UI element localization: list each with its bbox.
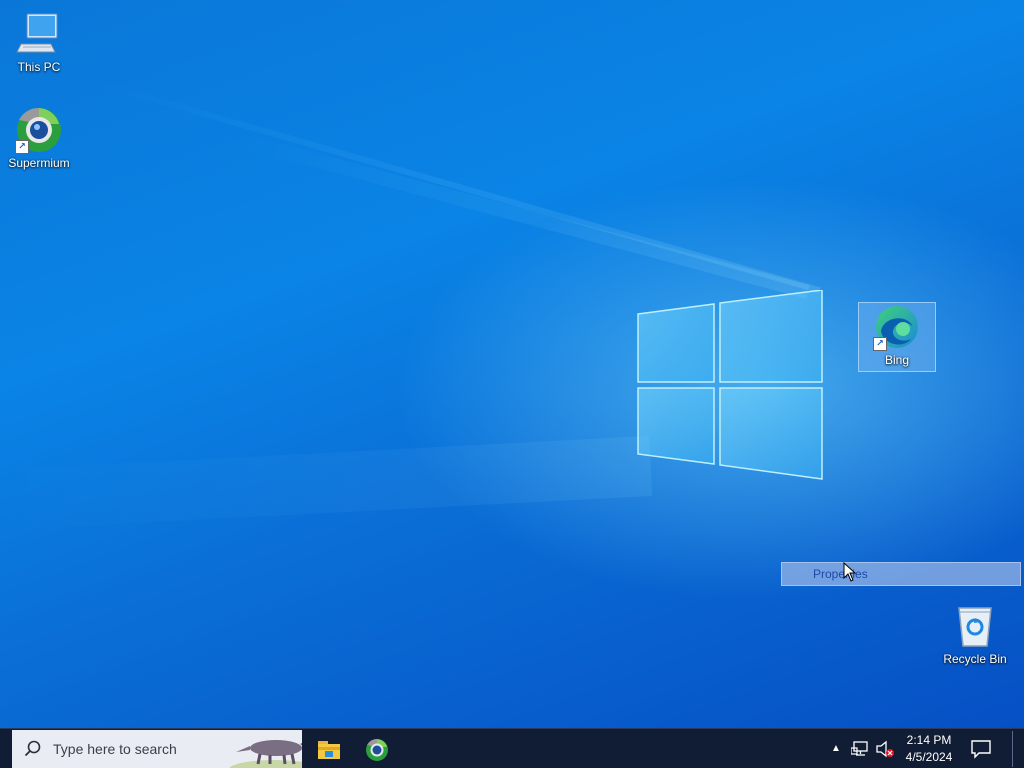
shortcut-arrow-icon: ↗ <box>15 140 29 154</box>
desktop-icon-bing[interactable]: ↗ Bing <box>858 302 936 372</box>
wallpaper-light-beam <box>226 130 810 299</box>
taskbar-app-supermium[interactable] <box>352 729 400 769</box>
desktop-icon-supermium[interactable]: ↗ Supermium <box>1 106 77 170</box>
show-desktop-button[interactable] <box>1012 731 1023 767</box>
network-icon[interactable] <box>851 740 869 758</box>
mouse-cursor-icon <box>843 562 857 582</box>
desktop-icon-this-pc[interactable]: This PC <box>1 10 77 74</box>
search-placeholder: Type here to search <box>53 741 177 757</box>
computer-icon <box>15 10 63 58</box>
clock-time: 2:14 PM <box>906 733 952 747</box>
search-box[interactable]: Type here to search <box>12 730 302 768</box>
context-menu-item-properties[interactable]: Properties <box>813 567 868 581</box>
supermium-browser-icon <box>366 738 388 761</box>
desktop-icon-label: Bing <box>884 353 910 367</box>
supermium-browser-icon: ↗ <box>15 106 63 154</box>
taskbar: Type here to search ▲ 2:14 PM 4/5/2024 <box>0 728 1024 768</box>
edge-bing-icon: ↗ <box>873 303 921 351</box>
desktop[interactable]: This PC ↗ Supermium ↗ Bing Recycle Bin P… <box>0 0 1024 728</box>
wallpaper-light-beam <box>88 78 821 294</box>
context-menu[interactable]: Properties <box>781 562 1021 586</box>
search-icon <box>24 740 41 757</box>
volume-muted-icon[interactable] <box>875 740 895 758</box>
clock-date: 4/5/2024 <box>905 750 953 764</box>
desktop-icon-recycle-bin[interactable]: Recycle Bin <box>937 602 1013 666</box>
taskbar-clock[interactable]: 2:14 PM 4/5/2024 <box>897 732 961 766</box>
windows-logo-wallpaper <box>637 290 823 480</box>
desktop-icon-label: Recycle Bin <box>943 652 1007 666</box>
start-button[interactable] <box>0 729 12 769</box>
desktop-icon-label: Supermium <box>8 156 70 170</box>
recycle-bin-icon <box>951 602 999 650</box>
taskbar-app-file-explorer[interactable] <box>304 729 352 769</box>
file-explorer-icon <box>318 741 340 759</box>
search-highlight-illustration <box>230 740 302 768</box>
wallpaper-light-beam <box>0 435 653 530</box>
action-center-icon[interactable] <box>970 739 992 759</box>
shortcut-arrow-icon: ↗ <box>873 337 887 351</box>
desktop-icon-label: This PC <box>17 60 61 74</box>
chevron-up-icon[interactable]: ▲ <box>828 741 844 757</box>
